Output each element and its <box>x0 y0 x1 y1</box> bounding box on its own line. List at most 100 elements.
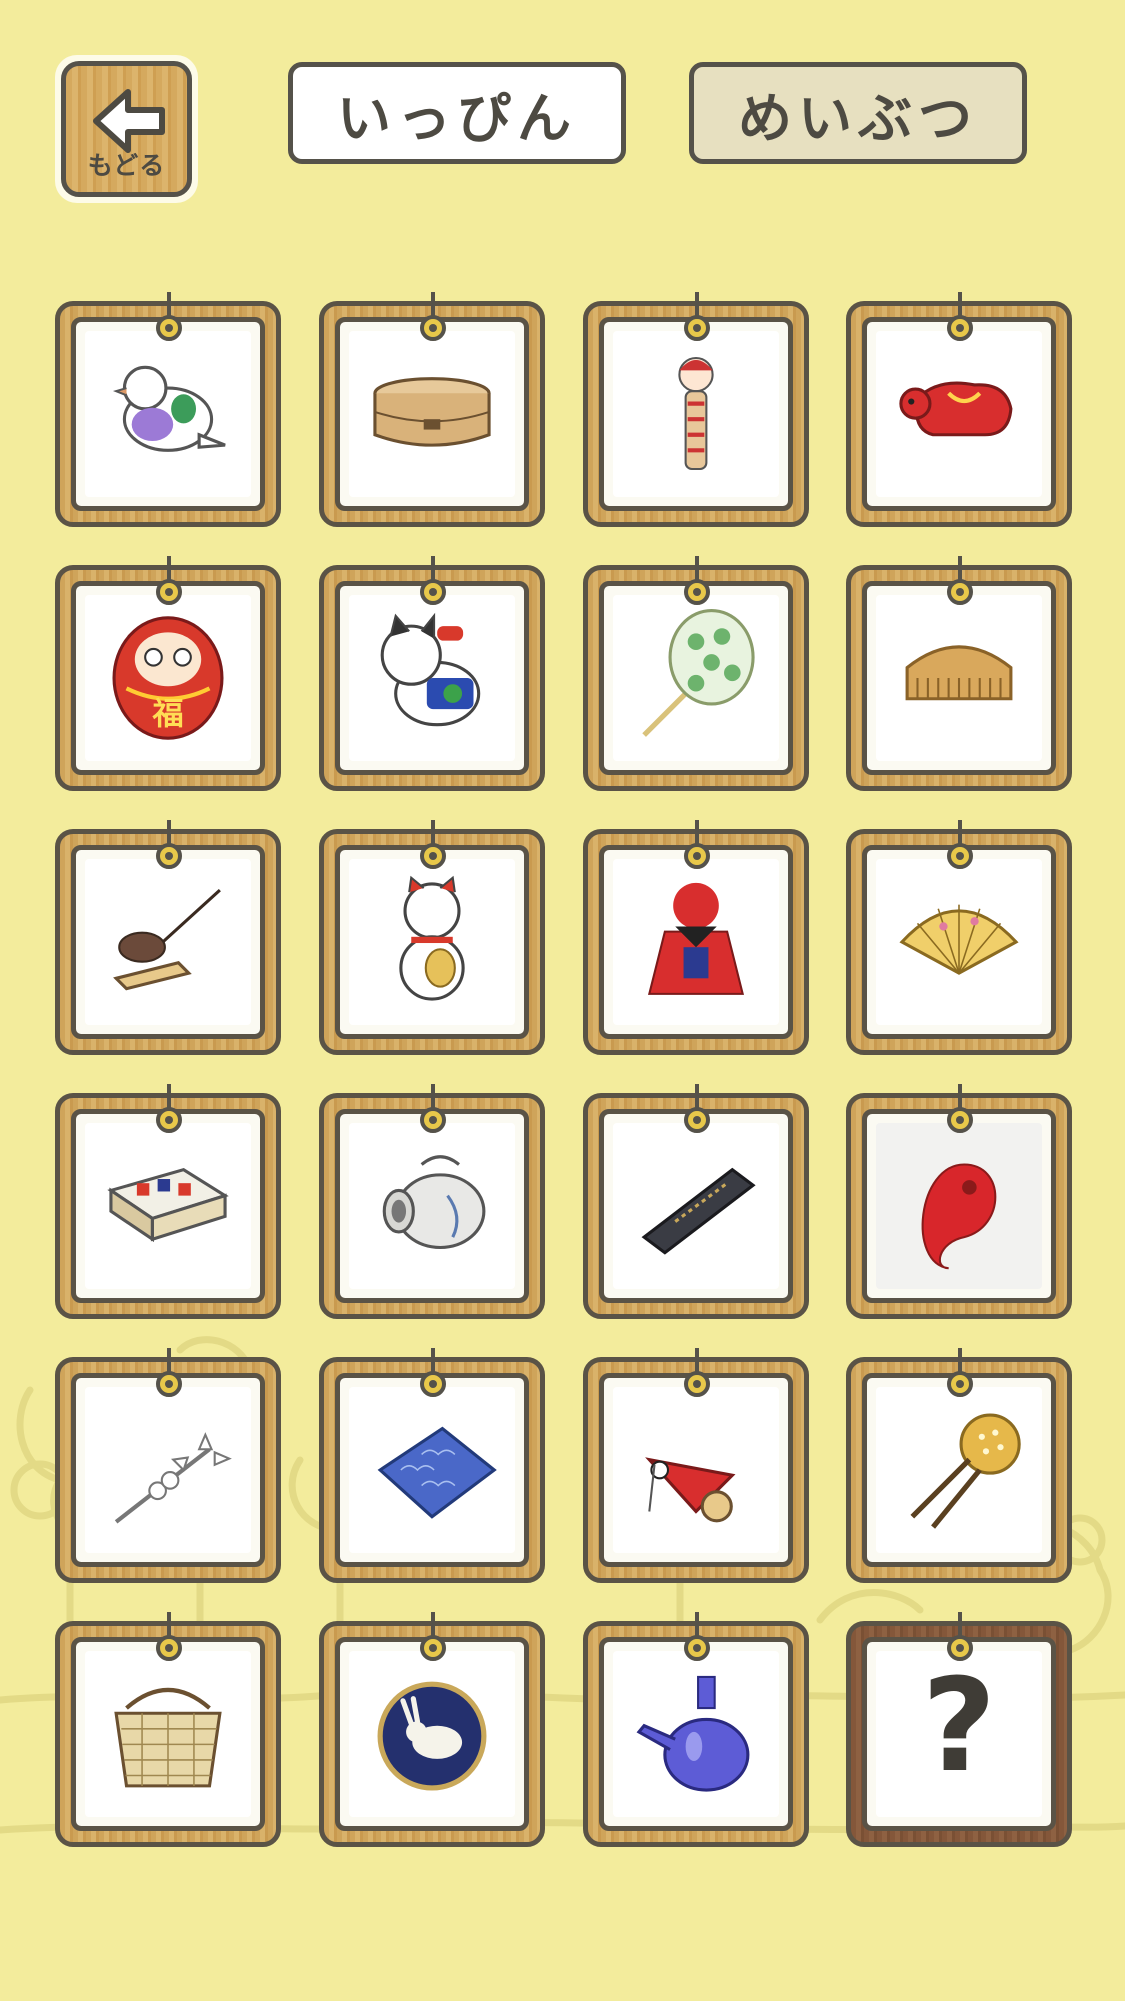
item-card[interactable] <box>583 292 809 527</box>
hanging-hook-icon <box>684 292 710 341</box>
card-face <box>349 595 515 761</box>
card-face <box>349 1387 515 1553</box>
back-button-label: もどる <box>87 151 166 180</box>
card-mat <box>599 845 793 1039</box>
card-face: 福 <box>85 595 251 761</box>
hanging-hook-icon <box>947 1612 973 1661</box>
hanging-hook-icon <box>684 1612 710 1661</box>
item-card[interactable] <box>55 1084 281 1319</box>
item-card[interactable]: 福 <box>55 556 281 791</box>
card-face <box>876 1387 1042 1553</box>
card-mat <box>599 317 793 511</box>
kanzashi-hairpin-icon <box>910 1413 1021 1529</box>
card-face <box>85 1123 251 1289</box>
card-face <box>613 859 779 1025</box>
maneki-neko-icon <box>399 875 465 1001</box>
sake-bottle-icon <box>636 1675 750 1792</box>
card-face <box>349 331 515 497</box>
card-mat <box>71 1373 265 1567</box>
card-face <box>876 331 1042 497</box>
hanging-hook-icon <box>420 1612 446 1661</box>
magatama-icon <box>921 1163 997 1270</box>
card-face <box>85 331 251 497</box>
tab-items[interactable]: いっぴん <box>288 62 626 164</box>
hanging-hook-icon <box>684 1084 710 1133</box>
card-face <box>613 595 779 761</box>
folding-fan-icon <box>899 904 1019 975</box>
card-face <box>613 1651 779 1817</box>
card-face <box>349 1123 515 1289</box>
card-mat <box>71 845 265 1039</box>
hanging-hook-icon <box>156 1348 182 1397</box>
card-mat <box>335 1109 529 1303</box>
bento-box-icon <box>373 377 491 447</box>
card-face <box>613 331 779 497</box>
mosquito-pig-icon <box>382 1155 486 1250</box>
question-mark-icon: ? <box>921 1652 997 1801</box>
hanging-hook-icon <box>420 820 446 869</box>
hanging-hook-icon <box>947 1348 973 1397</box>
tab-specialties[interactable]: めいぶつ <box>689 62 1027 164</box>
inu-hariko-dog-icon <box>380 612 481 727</box>
card-mat <box>335 317 529 511</box>
hanging-hook-icon <box>684 556 710 605</box>
kokeshi-doll-icon <box>678 356 714 471</box>
item-card[interactable] <box>846 820 1072 1055</box>
item-card[interactable] <box>319 556 545 791</box>
mousetrap-icon <box>113 888 221 991</box>
item-card[interactable] <box>319 820 545 1055</box>
hanging-hook-icon <box>947 1084 973 1133</box>
item-card[interactable] <box>846 1348 1072 1583</box>
card-mat <box>862 1109 1056 1303</box>
back-button-frame: もどる <box>61 61 192 197</box>
card-mat <box>862 317 1056 511</box>
item-card[interactable] <box>583 556 809 791</box>
item-card[interactable] <box>846 292 1072 527</box>
card-mat <box>599 1109 793 1303</box>
locked-item-card[interactable]: ? <box>846 1612 1072 1847</box>
card-mat <box>71 1637 265 1831</box>
item-card[interactable] <box>319 1084 545 1319</box>
item-card[interactable] <box>583 1348 809 1583</box>
hanging-hook-icon <box>947 556 973 605</box>
furoshiki-cloth-icon <box>377 1426 497 1519</box>
card-mat <box>335 581 529 775</box>
hanging-hook-icon <box>947 292 973 341</box>
hanging-hook-icon <box>420 292 446 341</box>
rabbit-plate-icon <box>377 1681 487 1791</box>
card-mat <box>71 1109 265 1303</box>
card-face <box>85 1651 251 1817</box>
pigeon-whistle-icon <box>112 365 226 452</box>
sarubobo-doll-icon <box>647 882 745 995</box>
card-mat <box>862 581 1056 775</box>
item-card[interactable] <box>583 820 809 1055</box>
hanging-hook-icon <box>420 1084 446 1133</box>
hanging-hook-icon <box>420 556 446 605</box>
item-card[interactable] <box>55 820 281 1055</box>
card-mat <box>862 1373 1056 1567</box>
item-card[interactable] <box>55 1348 281 1583</box>
hanging-hook-icon <box>156 556 182 605</box>
item-card[interactable] <box>55 1612 281 1847</box>
card-face <box>613 1123 779 1289</box>
hanging-hook-icon <box>684 1348 710 1397</box>
card-mat <box>335 1637 529 1831</box>
card-face <box>613 1387 779 1553</box>
item-card[interactable] <box>846 556 1072 791</box>
pearl-hairpin-icon <box>114 1432 232 1524</box>
back-button[interactable]: もどる <box>55 55 198 203</box>
item-card[interactable] <box>55 292 281 527</box>
item-card[interactable] <box>319 292 545 527</box>
card-mat <box>599 581 793 775</box>
card-mat <box>599 1373 793 1567</box>
card-mat <box>71 317 265 511</box>
item-card[interactable] <box>319 1612 545 1847</box>
item-card[interactable] <box>846 1084 1072 1319</box>
wooden-comb-icon <box>905 645 1013 701</box>
hanging-hook-icon <box>156 820 182 869</box>
hanging-hook-icon <box>156 1084 182 1133</box>
card-face <box>85 1387 251 1553</box>
item-card[interactable] <box>583 1084 809 1319</box>
item-card[interactable] <box>319 1348 545 1583</box>
item-card[interactable] <box>583 1612 809 1847</box>
